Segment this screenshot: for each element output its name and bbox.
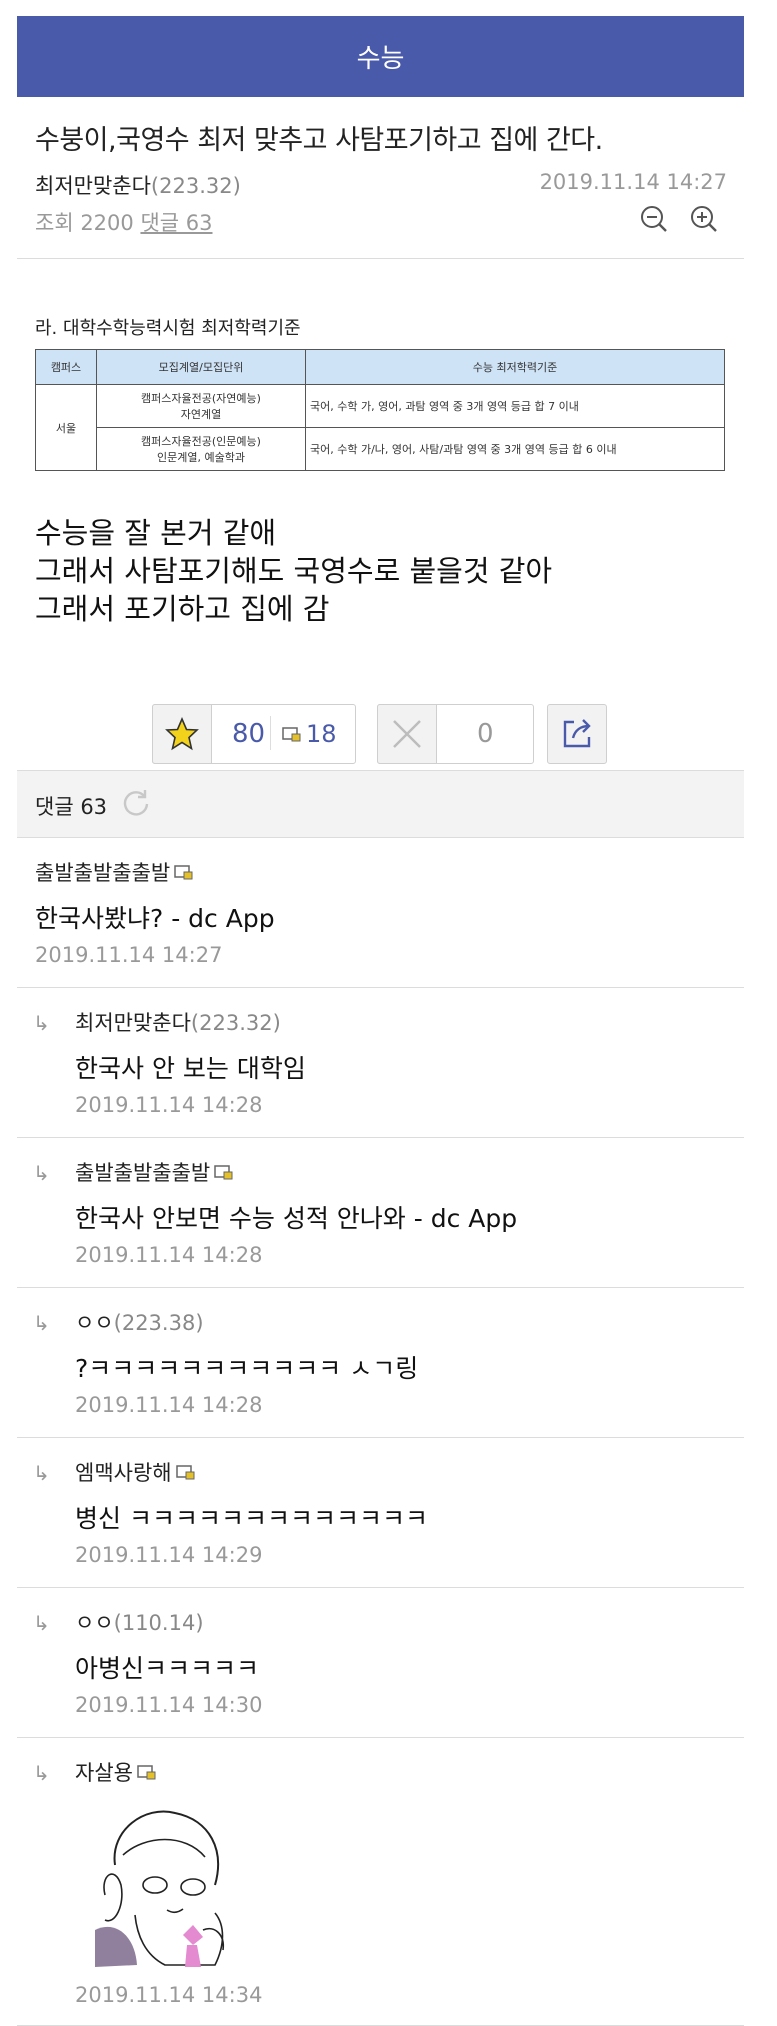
comment-nickname[interactable]: ㅇㅇ	[75, 1611, 114, 1635]
unit-line: 인문계열, 예술학과	[157, 451, 245, 464]
comment-date: 2019.11.14 14:34	[75, 1983, 263, 2007]
divider	[17, 258, 744, 259]
comment-date: 2019.11.14 14:28	[75, 1243, 263, 1267]
table-cell: 캠퍼스자율전공(인문예능) 인문계열, 예술학과	[96, 427, 306, 471]
reply-comment: ↳ 출발출발출출발한국사 안보면 수능 성적 안나와 - dc App 2019.1…	[17, 1137, 744, 1288]
reply-arrow-icon: ↳	[33, 1461, 50, 1485]
comment-text: 아병신ㅋㅋㅋㅋㅋ	[75, 1654, 260, 1683]
comment: 출발출발출출발한국사봤냐? - dc App 2019.11.14 14:27	[17, 837, 744, 988]
comment-text: ?ㅋㅋㅋㅋㅋㅋㅋㅋㅋㅋㅋ ㅅㄱ링	[75, 1354, 419, 1383]
author-ip: (223.32)	[150, 174, 241, 198]
body-line: 수능을 잘 본거 같애	[35, 516, 277, 550]
share-button[interactable]	[547, 704, 607, 764]
reply-arrow-icon: ↳	[33, 1311, 50, 1335]
comment-header: 댓글 63	[17, 770, 744, 838]
comment-text: 한국사봤냐? - dc App	[35, 904, 275, 933]
table-cell: 국어, 수학 가/나, 영어, 사탐/과탐 영역 중 3개 영역 등급 합 6 …	[305, 427, 725, 471]
post-date: 2019.11.14 14:27	[539, 170, 727, 194]
comment-nickname[interactable]: 엠맥사랑해	[75, 1461, 172, 1485]
reply-comment: ↳ ㅇㅇ(223.38) ?ㅋㅋㅋㅋㅋㅋㅋㅋㅋㅋㅋ ㅅㄱ링 2019.11.14 14…	[17, 1287, 744, 1438]
comment-text: 한국사 안보면 수능 성적 안나와 - dc App	[75, 1204, 518, 1233]
fixed-user-badge	[137, 1762, 157, 1786]
comment-nickname[interactable]: 출발출발출출발	[35, 861, 170, 885]
body-line: 그래서 포기하고 집에 감	[35, 592, 330, 626]
comment-ip: (110.14)	[113, 1611, 204, 1635]
share-icon	[563, 719, 591, 748]
downvote-button[interactable]	[377, 704, 437, 764]
comment-date: 2019.11.14 14:30	[75, 1693, 263, 1717]
reply-arrow-icon: ↳	[33, 1161, 50, 1185]
divider	[270, 716, 271, 750]
comment-count: 댓글 63	[35, 795, 108, 819]
fixed-user-icon	[175, 1465, 195, 1480]
fixed-user-badge	[174, 862, 194, 886]
comment-date: 2019.11.14 14:29	[75, 1543, 263, 1567]
board-title[interactable]: 수능	[357, 38, 405, 75]
image-table-title: 라. 대학수학능력시험 최저학력기준	[35, 318, 301, 339]
star-icon	[165, 717, 199, 751]
reply-comment: ↳ ㅇㅇ(110.14) 아병신ㅋㅋㅋㅋㅋ 2019.11.14 14:30	[17, 1587, 744, 1738]
post-author[interactable]: 최저만맞춘다(223.32)	[35, 170, 241, 200]
comment-author[interactable]: 출발출발출출발	[75, 1157, 234, 1187]
comment-text: 한국사 안 보는 대학임	[75, 1054, 306, 1083]
comment-author[interactable]: 출발출발출출발	[35, 857, 194, 887]
comment-author[interactable]: 엠맥사랑해	[75, 1457, 196, 1487]
table-cell: 국어, 수학 가, 영어, 과탐 영역 중 3개 영역 등급 합 7 이내	[305, 384, 725, 428]
unit-line: 캠퍼스자율전공(자연예능)	[141, 392, 261, 405]
comment-nickname[interactable]: ㅇㅇ	[75, 1311, 114, 1335]
comment-date: 2019.11.14 14:28	[75, 1393, 263, 1417]
author-name[interactable]: 최저만맞춘다	[35, 174, 151, 198]
table-cell: 서울	[35, 384, 97, 471]
fixed-upvote: 18	[282, 704, 337, 764]
comment-image-sticker	[75, 1795, 253, 1975]
upvote-button[interactable]	[152, 704, 212, 764]
comment-author[interactable]: 최저만맞춘다(223.32)	[75, 1007, 281, 1037]
zoom-out-icon[interactable]	[638, 203, 670, 235]
comment-nickname[interactable]: 출발출발출출발	[75, 1161, 210, 1185]
fixed-user-icon	[214, 1165, 233, 1180]
fixed-upvote-count: 18	[306, 720, 337, 748]
comment-text: 병신 ㅋㅋㅋㅋㅋㅋㅋㅋㅋㅋㅋㅋㅋ	[75, 1504, 428, 1533]
criteria-table: 캠퍼스 모집계열/모집단위 수능 최저학력기준 서울 캠퍼스자율전공(자연예능)…	[35, 349, 725, 471]
zoom-in-icon[interactable]	[688, 203, 720, 235]
comment-date: 2019.11.14 14:27	[35, 943, 223, 967]
comment-author[interactable]: ㅇㅇ(223.38)	[75, 1307, 204, 1337]
view-count: 조회 2200	[35, 211, 134, 235]
fixed-user-icon	[137, 1765, 156, 1780]
comment-author[interactable]: ㅇㅇ(110.14)	[75, 1607, 204, 1637]
post-title: 수붕이,국영수 최저 맞추고 사탐포기하고 집에 간다.	[35, 125, 603, 156]
upvote-count: 80	[232, 719, 266, 749]
post-body: 수능을 잘 본거 같애 그래서 사탐포기해도 국영수로 붙을것 같아 그래서 포…	[35, 514, 552, 628]
board-header: 수능	[17, 16, 744, 97]
fixed-user-icon	[282, 727, 301, 742]
reply-comment: ↳ 최저만맞춘다(223.32) 한국사 안 보는 대학임 2019.11.14 14…	[17, 987, 744, 1138]
reply-arrow-icon: ↳	[33, 1011, 50, 1035]
reply-comment: ↳ 자살용 2019.11.14 14:34	[17, 1737, 744, 2026]
fixed-user-badge	[214, 1162, 234, 1186]
reply-arrow-icon: ↳	[33, 1761, 50, 1785]
comment-nickname[interactable]: 최저만맞춘다	[75, 1011, 191, 1035]
unit-line: 캠퍼스자율전공(인문예능)	[141, 435, 261, 448]
reply-comment: ↳ 엠맥사랑해병신 ㅋㅋㅋㅋㅋㅋㅋㅋㅋㅋㅋㅋㅋ 2019.11.14 14:29	[17, 1437, 744, 1588]
comment-count-link[interactable]: 댓글 63	[140, 211, 212, 235]
table-header: 수능 최저학력기준	[305, 349, 725, 385]
table-header: 캠퍼스	[35, 349, 97, 385]
comment-date: 2019.11.14 14:28	[75, 1093, 263, 1117]
comment-author[interactable]: 자살용	[75, 1757, 157, 1787]
body-line: 그래서 사탐포기해도 국영수로 붙을것 같아	[35, 554, 553, 588]
unit-line: 자연계열	[180, 408, 222, 421]
comment-nickname[interactable]: 자살용	[75, 1761, 133, 1785]
fixed-user-icon	[174, 865, 193, 880]
downvote-count: 0	[477, 719, 494, 749]
comment-ip: (223.32)	[190, 1011, 281, 1035]
refresh-icon[interactable]	[121, 787, 151, 817]
reply-arrow-icon: ↳	[33, 1611, 50, 1635]
table-header: 모집계열/모집단위	[96, 349, 306, 385]
post-stats: 조회 2200 댓글 63	[35, 207, 213, 237]
fixed-user-badge	[175, 1462, 196, 1486]
comment-ip: (223.38)	[113, 1311, 204, 1335]
x-icon	[393, 720, 421, 748]
table-cell: 캠퍼스자율전공(자연예능) 자연계열	[96, 384, 306, 428]
